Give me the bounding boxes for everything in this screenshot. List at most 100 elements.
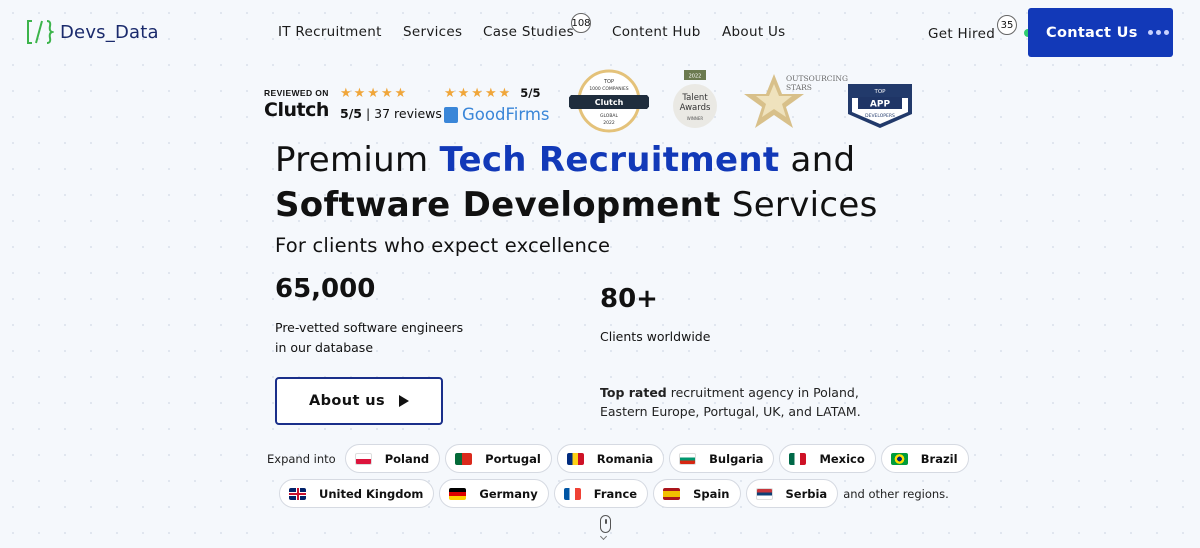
clients-stat-label: Clients worldwide bbox=[600, 329, 711, 344]
clutch-review-count: | 37 reviews bbox=[365, 106, 442, 121]
country-name: Poland bbox=[384, 451, 430, 466]
talent-award-sub: WINNER bbox=[687, 116, 704, 121]
country-chip-poland[interactable]: Poland bbox=[344, 444, 441, 473]
country-chip-serbia[interactable]: Serbia bbox=[745, 479, 839, 508]
contact-us-button[interactable]: Contact Us bbox=[1028, 8, 1173, 57]
award-top-label: TOP bbox=[603, 79, 614, 85]
clutch-top-1000-award-icon: TOP 1000 COMPANIES Clutch GLOBAL 2022 bbox=[569, 69, 649, 133]
top-rated-text: Top rated recruitment agency in Poland, … bbox=[600, 383, 890, 421]
mouse-scroll-icon[interactable] bbox=[600, 515, 611, 533]
app-award-sub: DEVELOPERS bbox=[865, 113, 895, 119]
nav-get-hired[interactable]: Get Hired bbox=[928, 26, 995, 42]
country-name: Portugal bbox=[485, 451, 541, 466]
brand-logo[interactable]: Devs_Data bbox=[26, 18, 159, 46]
country-name: Germany bbox=[479, 486, 538, 501]
award-1000-label: 1000 COMPANIES bbox=[589, 86, 628, 92]
country-chip-bulgaria[interactable]: Bulgaria bbox=[669, 444, 775, 473]
talent-award-name1: Talent bbox=[681, 93, 708, 103]
contact-us-label: Contact Us bbox=[1046, 24, 1138, 41]
top-app-developers-icon: TOP APP DEVELOPERS bbox=[848, 84, 912, 128]
about-us-label: About us bbox=[308, 393, 386, 409]
talent-award-name2: Awards bbox=[680, 103, 711, 113]
clutch-rating: ★★★★★ 5/5 | 37 reviews bbox=[340, 85, 442, 121]
hero-subtitle: For clients who expect excellence bbox=[275, 234, 611, 257]
headline-part: and bbox=[779, 140, 856, 180]
country-chip-portugal[interactable]: Portugal bbox=[445, 444, 552, 473]
mexico-flag-icon bbox=[789, 452, 807, 465]
clients-stat-value: 80+ bbox=[600, 284, 658, 314]
clutch-stars-icon: ★★★★★ bbox=[340, 85, 409, 100]
engineers-stat-value: 65,000 bbox=[275, 274, 376, 304]
goodfirms-review-badge[interactable]: ★★★★★ 5/5 GoodFirms bbox=[444, 85, 550, 124]
talent-awards-icon: 2022 Talent Awards WINNER bbox=[673, 70, 717, 128]
country-name: France bbox=[593, 486, 638, 501]
headline-bold-part: Software Development bbox=[275, 185, 721, 225]
award-year-label: 2022 bbox=[603, 120, 615, 126]
ellipsis-icon bbox=[1147, 30, 1169, 35]
nav-case-studies[interactable]: Case Studies bbox=[483, 24, 574, 40]
country-name: United Kingdom bbox=[319, 486, 424, 501]
country-chip-mexico[interactable]: Mexico bbox=[779, 444, 876, 473]
app-award-name: APP bbox=[870, 100, 891, 110]
serbia-flag-icon bbox=[755, 487, 773, 500]
clutch-rating-score: 5/5 bbox=[340, 106, 362, 121]
talent-award-year: 2022 bbox=[689, 74, 702, 80]
goodfirms-stars-icon: ★★★★★ bbox=[444, 85, 513, 100]
country-chip-spain[interactable]: Spain bbox=[653, 479, 741, 508]
uk-flag-icon bbox=[289, 487, 306, 500]
country-chip-romania[interactable]: Romania bbox=[556, 444, 665, 473]
outsourcing-stars-icon: OUTSOURCING STARS bbox=[744, 74, 848, 128]
country-name: Serbia bbox=[785, 486, 828, 501]
about-us-button[interactable]: About us bbox=[275, 377, 443, 425]
romania-flag-icon bbox=[566, 452, 584, 465]
expand-row-2: United Kingdom Germany France Spain Serb… bbox=[279, 479, 949, 508]
other-regions-label: and other regions. bbox=[843, 486, 949, 501]
brazil-flag-icon bbox=[890, 452, 908, 465]
poland-flag-icon bbox=[354, 452, 372, 465]
headline-part: Premium bbox=[275, 140, 440, 180]
portugal-flag-icon bbox=[455, 452, 473, 465]
spain-flag-icon bbox=[663, 487, 681, 500]
country-name: Mexico bbox=[819, 451, 865, 466]
get-hired-count-badge: 35 bbox=[997, 15, 1017, 35]
country-name: Bulgaria bbox=[709, 451, 764, 466]
france-flag-icon bbox=[563, 487, 581, 500]
country-chip-germany[interactable]: Germany bbox=[439, 479, 549, 508]
outsourcing-line1: OUTSOURCING bbox=[786, 74, 848, 83]
logo-mark-icon bbox=[27, 20, 54, 44]
headline-highlight: Tech Recruitment bbox=[439, 140, 780, 180]
germany-flag-icon bbox=[449, 487, 467, 500]
app-award-top: TOP bbox=[873, 89, 886, 95]
award-global-label: GLOBAL bbox=[600, 113, 619, 119]
nav-services[interactable]: Services bbox=[403, 24, 462, 40]
goodfirms-logo: GoodFirms bbox=[462, 105, 550, 124]
award-clutch-name: Clutch bbox=[595, 98, 624, 107]
clutch-review-badge[interactable]: REVIEWED ON Clutch bbox=[264, 88, 329, 121]
country-chip-france[interactable]: France bbox=[553, 479, 649, 508]
hero-headline-line2: Software Development Services bbox=[275, 185, 878, 225]
bulgaria-flag-icon bbox=[679, 452, 697, 465]
brand-name: Devs_Data bbox=[60, 21, 159, 43]
nav-content-hub[interactable]: Content Hub bbox=[612, 24, 701, 40]
country-name: Spain bbox=[693, 486, 730, 501]
expand-row-1: Expand into Poland Portugal Romania Bulg… bbox=[267, 444, 969, 473]
country-name: Romania bbox=[596, 451, 654, 466]
case-studies-count-badge: 108 bbox=[571, 13, 591, 33]
goodfirms-icon bbox=[444, 106, 458, 123]
clutch-logo: Clutch bbox=[264, 99, 329, 121]
chevron-down-icon bbox=[599, 532, 608, 541]
nav-it-recruitment[interactable]: IT Recruitment bbox=[278, 24, 382, 40]
country-chip-brazil[interactable]: Brazil bbox=[880, 444, 969, 473]
top-rated-bold: Top rated bbox=[600, 385, 667, 400]
nav-about-us[interactable]: About Us bbox=[722, 24, 786, 40]
outsourcing-line2: STARS bbox=[786, 83, 812, 92]
hero-headline-line1: Premium Tech Recruitment and bbox=[275, 140, 855, 180]
play-icon bbox=[399, 395, 410, 407]
country-chip-united-kingdom[interactable]: United Kingdom bbox=[279, 479, 435, 508]
headline-part: Services bbox=[720, 185, 878, 225]
expand-into-label: Expand into bbox=[267, 451, 336, 466]
engineers-stat-label: Pre-vetted software engineers in our dat… bbox=[275, 320, 464, 355]
goodfirms-score: 5/5 bbox=[520, 86, 541, 100]
reviewed-on-label: REVIEWED ON bbox=[264, 88, 329, 98]
country-name: Brazil bbox=[920, 451, 958, 466]
